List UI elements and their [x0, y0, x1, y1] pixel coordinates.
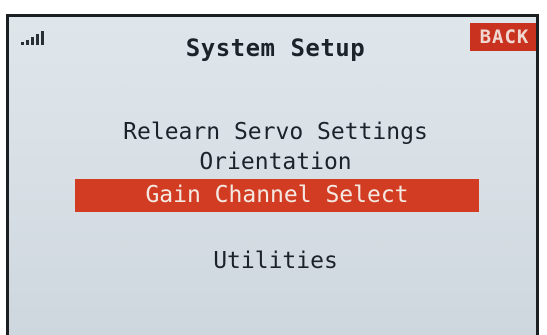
screen-dust-mark	[269, 47, 272, 50]
back-button[interactable]: BACK	[470, 23, 536, 51]
menu-item-utilities[interactable]: Utilities	[9, 244, 536, 278]
menu-item-orientation[interactable]: Orientation	[9, 145, 536, 179]
menu-item-relearn-servo-settings[interactable]: Relearn Servo Settings	[9, 115, 536, 149]
lcd-screen: System Setup BACK Relearn Servo Settings…	[6, 14, 539, 335]
device-bezel: System Setup BACK Relearn Servo Settings…	[0, 0, 547, 335]
menu-item-gain-channel-select[interactable]: Gain Channel Select	[75, 179, 479, 212]
page-title: System Setup	[185, 34, 366, 62]
